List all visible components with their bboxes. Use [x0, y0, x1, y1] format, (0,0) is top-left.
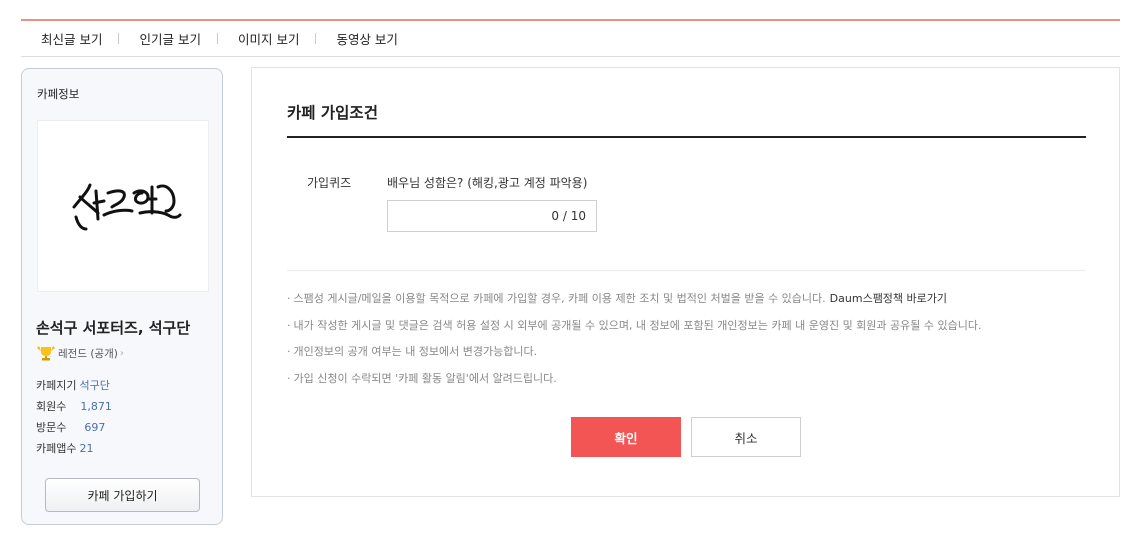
grade-label: 레전드 (공개): [58, 347, 118, 360]
stat-manager-value[interactable]: 석구단: [79, 375, 109, 396]
notice-item: · 개인정보의 공개 여부는 내 정보에서 변경가능합니다.: [287, 339, 982, 366]
nav-popular-link[interactable]: 인기글 보기: [119, 29, 216, 48]
stat-members: 회원수 1,871: [36, 396, 112, 417]
notice-text: 가입 신청이 수락되면 '카페 활동 알림'에서 알려드립니다.: [293, 371, 557, 385]
stat-members-label: 회원수: [36, 400, 67, 413]
notice-list: · 스팸성 게시글/메일을 이용할 목적으로 카페에 가입할 경우, 카페 이용 …: [287, 286, 982, 392]
stat-manager: 카페지기 석구단: [36, 375, 112, 396]
nav-item-popular[interactable]: 인기글 보기: [119, 29, 218, 48]
nav-item-latest[interactable]: 최신글 보기: [21, 29, 120, 48]
nav-latest-link[interactable]: 최신글 보기: [21, 29, 118, 48]
stat-app-value: 21: [79, 442, 94, 455]
cafe-grade[interactable]: 레전드 (공개) ›: [36, 345, 124, 361]
nav-item-videos[interactable]: 동영상 보기: [316, 29, 413, 48]
notice-item: · 스팸성 게시글/메일을 이용할 목적으로 카페에 가입할 경우, 카페 이용 …: [287, 286, 982, 313]
notice-item: · 가입 신청이 수락되면 '카페 활동 알림'에서 알려드립니다.: [287, 366, 982, 393]
stat-app: 카페앱수 21: [36, 438, 112, 459]
stat-app-label: 카페앱수: [36, 442, 77, 455]
cafe-name: 손석구 서포터즈, 석구단: [36, 319, 191, 337]
stat-members-value: 1,871: [80, 400, 112, 413]
cancel-button[interactable]: 취소: [691, 417, 801, 457]
notice-item: · 내가 작성한 게시글 및 댓글은 검색 허용 설정 시 외부에 공개될 수 있…: [287, 313, 982, 340]
notice-bullet: ·: [287, 318, 291, 332]
stat-visits-value: 697: [84, 421, 106, 434]
section-divider: [287, 270, 1086, 271]
cafe-logo-image[interactable]: [37, 120, 209, 292]
cafe-info-title: 카페정보: [37, 87, 80, 101]
notice-bullet: ·: [287, 371, 291, 385]
signature-logo: [72, 183, 182, 231]
notice-text: 내가 작성한 게시글 및 댓글은 검색 허용 설정 시 외부에 공개될 수 있으…: [293, 318, 982, 332]
notice-text: 스팸성 게시글/메일을 이용할 목적으로 카페에 가입할 경우, 카페 이용 제…: [293, 292, 826, 305]
nav-images-link[interactable]: 이미지 보기: [218, 29, 315, 48]
nav-item-images[interactable]: 이미지 보기: [218, 29, 317, 48]
quiz-label: 가입퀴즈: [307, 176, 352, 190]
nav-videos-link[interactable]: 동영상 보기: [316, 29, 413, 48]
stat-manager-label: 카페지기: [36, 379, 77, 392]
cafe-join-button[interactable]: 카페 가입하기: [45, 478, 200, 512]
cafe-stats: 카페지기 석구단 회원수 1,871 방문수 697 카페앱수 21: [36, 375, 112, 459]
confirm-button[interactable]: 확인: [571, 417, 681, 457]
cafe-info-sidebar: 카페정보 손석구 서포터즈, 석구단 레전드 (공개) › 카페지기 석구단 회…: [21, 68, 223, 525]
trophy-icon: [37, 346, 55, 361]
notice-text: 개인정보의 공개 여부는 내 정보에서 변경가능합니다.: [293, 345, 538, 358]
notice-bullet: ·: [287, 345, 291, 358]
stat-visits: 방문수 697: [36, 417, 112, 438]
quiz-char-counter: 0 / 10: [551, 209, 586, 223]
join-conditions-panel: 카페 가입조건 가입퀴즈 배우님 성함은? (해킹,광고 계정 파악용) 0 /…: [251, 67, 1120, 497]
quiz-answer-field[interactable]: 0 / 10: [387, 200, 597, 232]
top-navigation: 최신글 보기 인기글 보기 이미지 보기 동영상 보기: [21, 21, 1120, 57]
stat-visits-label: 방문수: [36, 421, 67, 434]
notice-bullet: ·: [287, 292, 291, 305]
title-divider: [287, 136, 1086, 138]
page-title: 카페 가입조건: [287, 104, 378, 122]
quiz-question: 배우님 성함은? (해킹,광고 계정 파악용): [387, 176, 588, 190]
chevron-right-icon: ›: [119, 347, 124, 359]
spam-policy-link[interactable]: Daum스팸정책 바로가기: [830, 292, 947, 305]
